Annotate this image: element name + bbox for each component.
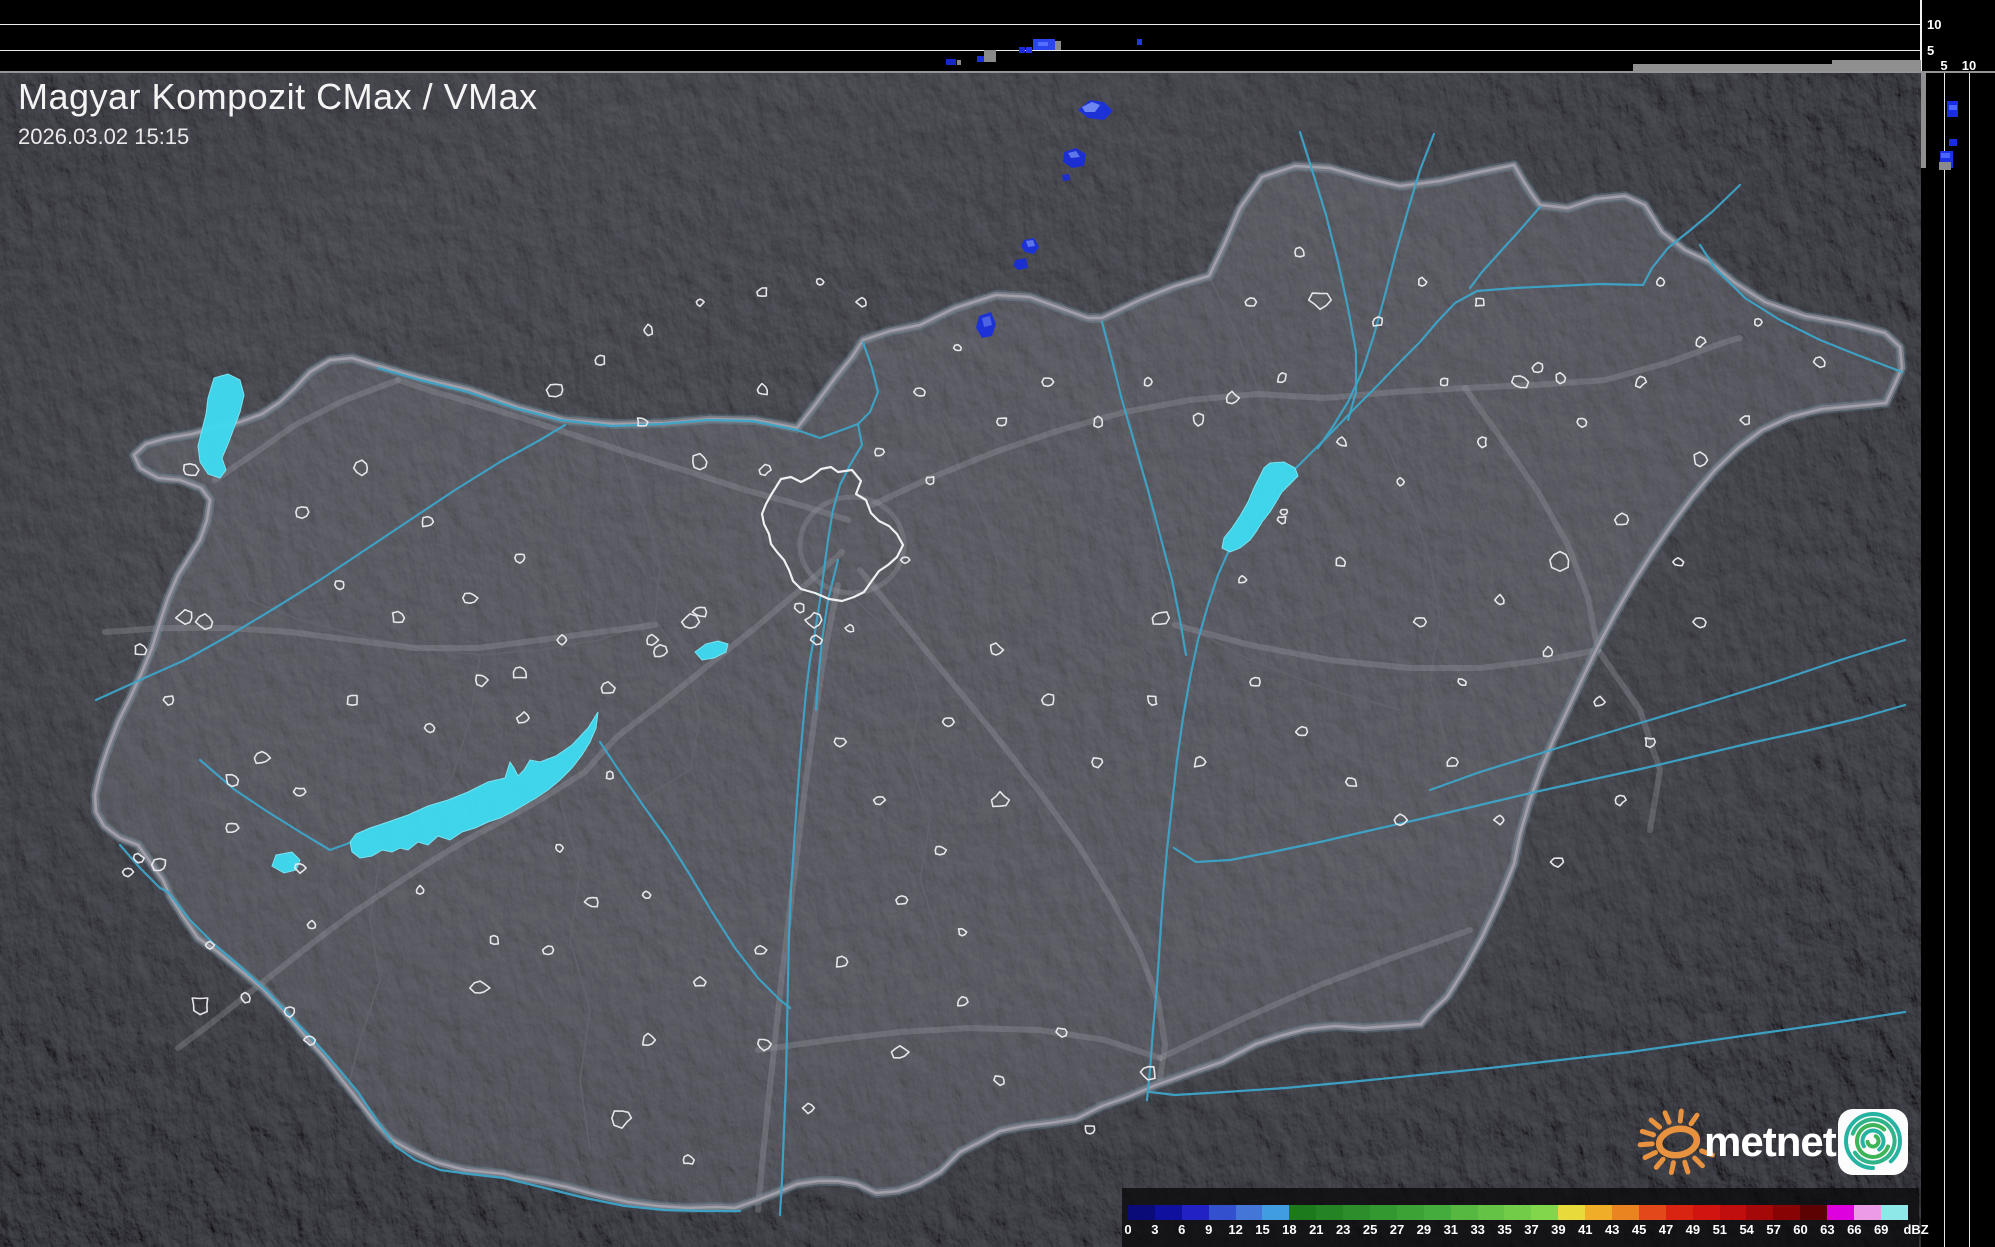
dbz-tick-label: 63 — [1820, 1222, 1834, 1237]
terrain-profile — [1921, 73, 1926, 168]
dbz-tick-label: 41 — [1578, 1222, 1592, 1237]
dbz-tick-label: 57 — [1766, 1222, 1780, 1237]
dbz-color-step — [1236, 1205, 1263, 1220]
panel-echo — [1019, 47, 1025, 53]
radar-map — [0, 0, 1995, 1247]
panel-echo — [1949, 139, 1957, 146]
map-top-border — [0, 71, 1995, 73]
dbz-tick-label: 69 — [1874, 1222, 1888, 1237]
dbz-color-step — [1720, 1205, 1747, 1220]
height-axis-label: 5 — [1927, 44, 1934, 57]
height-gridline — [0, 24, 1921, 25]
dbz-colorbar — [1128, 1205, 1908, 1220]
dbz-color-step — [1827, 1205, 1854, 1220]
dbz-color-step — [1612, 1205, 1639, 1220]
dbz-color-step — [1800, 1205, 1827, 1220]
sun-icon — [1640, 1111, 1712, 1172]
map-layers — [0, 71, 1921, 1247]
dbz-tick-label: 0 — [1124, 1222, 1131, 1237]
page-title: Magyar Kompozit CMax / VMax — [18, 76, 538, 118]
dbz-tick-label: 54 — [1739, 1222, 1753, 1237]
dbz-color-step — [1155, 1205, 1182, 1220]
dbz-color-step — [1262, 1205, 1289, 1220]
panel-echo — [1939, 162, 1951, 170]
distance-gridline — [1944, 73, 1945, 1247]
panel-echo — [1038, 42, 1048, 46]
dbz-tick-label: 47 — [1659, 1222, 1673, 1237]
dbz-color-step — [1558, 1205, 1585, 1220]
dbz-color-step — [1773, 1205, 1800, 1220]
dbz-tick-label: 18 — [1282, 1222, 1296, 1237]
dbz-color-step — [1666, 1205, 1693, 1220]
dbz-color-step — [1370, 1205, 1397, 1220]
dbz-tick-label: 21 — [1309, 1222, 1323, 1237]
dbz-tick-label: 66 — [1847, 1222, 1861, 1237]
dbz-tick-label: 9 — [1205, 1222, 1212, 1237]
panel-echo — [1026, 47, 1032, 53]
dbz-color-step — [1693, 1205, 1720, 1220]
terrain-profile — [1832, 60, 1921, 71]
metnet-app-icon[interactable] — [1838, 1109, 1908, 1175]
panel-echo — [1941, 153, 1950, 158]
dbz-tick-label: 33 — [1470, 1222, 1484, 1237]
dbz-tick-label: 23 — [1336, 1222, 1350, 1237]
metnet-wordmark[interactable]: metnet — [1704, 1118, 1837, 1165]
panel-echo — [1137, 39, 1142, 45]
dbz-tick-label: 39 — [1551, 1222, 1565, 1237]
dbz-color-step — [1531, 1205, 1558, 1220]
dbz-tick-label: 25 — [1363, 1222, 1377, 1237]
title-block: Magyar Kompozit CMax / VMax 2026.03.02 1… — [18, 76, 538, 150]
dbz-color-step — [1289, 1205, 1316, 1220]
top-height-panel: 10 5 — [0, 0, 1995, 71]
panel-echo — [1055, 41, 1061, 50]
dbz-color-step — [1478, 1205, 1505, 1220]
dbz-tick-label: 35 — [1497, 1222, 1511, 1237]
dbz-tick-label: 43 — [1605, 1222, 1619, 1237]
distance-gridline — [1969, 73, 1970, 1247]
dbz-tick-label: 3 — [1151, 1222, 1158, 1237]
dbz-tick-label: 51 — [1713, 1222, 1727, 1237]
dbz-color-step — [1504, 1205, 1531, 1220]
dbz-color-step — [1397, 1205, 1424, 1220]
dbz-tick-label: 15 — [1255, 1222, 1269, 1237]
dbz-tick-label: 12 — [1228, 1222, 1242, 1237]
dbz-tick-label: 6 — [1178, 1222, 1185, 1237]
dbz-color-step — [1182, 1205, 1209, 1220]
dbz-tick-label: 45 — [1632, 1222, 1646, 1237]
dbz-color-step — [1451, 1205, 1478, 1220]
dbz-color-step — [1343, 1205, 1370, 1220]
panel-echo — [984, 50, 996, 62]
terrain-profile — [1633, 64, 1832, 71]
radar-viewer: { "header": { "title": "Magyar Kompozit … — [0, 0, 1995, 1247]
dbz-tick-label: 27 — [1390, 1222, 1404, 1237]
panel-echo — [957, 60, 961, 65]
dbz-color-step — [1881, 1205, 1908, 1220]
dbz-tick-label: 49 — [1686, 1222, 1700, 1237]
timestamp: 2026.03.02 15:15 — [18, 124, 538, 150]
dbz-color-step — [1585, 1205, 1612, 1220]
dbz-color-step — [1746, 1205, 1773, 1220]
panel-echo — [977, 56, 984, 62]
panel-echo — [1949, 105, 1957, 110]
branding[interactable]: metnet — [1630, 1095, 1915, 1192]
dbz-color-step — [1316, 1205, 1343, 1220]
dbz-color-step — [1639, 1205, 1666, 1220]
dbz-color-step — [1854, 1205, 1881, 1220]
dbz-color-step — [1209, 1205, 1236, 1220]
dbz-tick-label: 37 — [1524, 1222, 1538, 1237]
dbz-legend: 0369121518212325272931333537394143454749… — [1122, 1188, 1919, 1247]
dbz-color-step — [1424, 1205, 1451, 1220]
dbz-tick-label: 29 — [1417, 1222, 1431, 1237]
dbz-unit-label: dBZ — [1903, 1222, 1928, 1237]
panel-echo — [946, 59, 956, 65]
dbz-tick-label: 31 — [1444, 1222, 1458, 1237]
radar-echo — [1062, 174, 1070, 181]
height-gridline — [0, 50, 1921, 51]
dbz-tick-label: 60 — [1793, 1222, 1807, 1237]
right-height-panel: 510 — [1921, 73, 1995, 1247]
height-axis-label: 10 — [1927, 18, 1941, 31]
dbz-color-step — [1128, 1205, 1155, 1220]
